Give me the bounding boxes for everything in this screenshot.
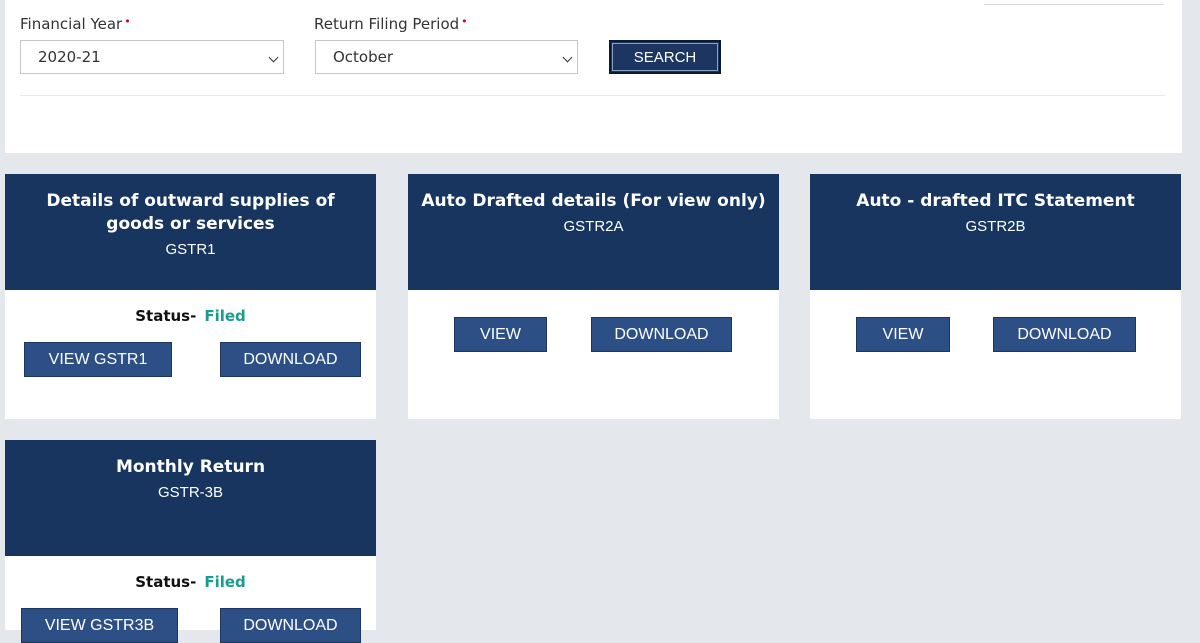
return-period-label: Return Filing Period •: [314, 15, 468, 33]
search-panel: Financial Year • 2020-21 Return Filing Pe…: [5, 0, 1182, 153]
status-label: Status-: [135, 307, 197, 325]
chevron-down-icon: [268, 52, 279, 63]
financial-year-label: Financial Year •: [20, 15, 131, 33]
view-gstr3b-button[interactable]: VIEW GSTR3B: [21, 608, 178, 643]
card-title: Auto Drafted details (For view only): [421, 191, 766, 211]
top-right-decoration: [984, 0, 1164, 5]
gstr2a-card: Auto Drafted details (For view only) GST…: [408, 174, 779, 419]
divider: [20, 95, 1165, 96]
return-period-select[interactable]: October: [315, 40, 578, 74]
status-row: Status- Filed: [5, 573, 376, 591]
card-body: VIEW DOWNLOAD: [408, 290, 779, 419]
view-gstr2a-button[interactable]: VIEW: [454, 317, 547, 352]
status-value: Filed: [204, 307, 246, 325]
gstr3b-card: Monthly Return GSTR-3B Status- Filed VIEW…: [5, 440, 376, 643]
chevron-down-icon: [562, 52, 573, 63]
card-body: Status- Filed VIEW GSTR3B DOWNLOAD: [5, 556, 376, 643]
search-button[interactable]: SEARCH: [609, 40, 721, 74]
view-gstr2b-button[interactable]: VIEW: [856, 317, 950, 352]
card-body: Status- Filed VIEW GSTR1 DOWNLOAD: [5, 290, 376, 419]
status-label: Status-: [135, 573, 197, 591]
card-title: Monthly Return: [115, 457, 266, 477]
download-gstr2b-button[interactable]: DOWNLOAD: [993, 317, 1136, 352]
status-value: Filed: [204, 573, 246, 591]
card-title: Auto - drafted ITC Statement: [856, 191, 1135, 211]
view-gstr1-button[interactable]: VIEW GSTR1: [24, 342, 172, 377]
card-code: GSTR2A: [563, 218, 624, 235]
required-marker: •: [461, 15, 468, 28]
card-title: Details of outward supplies of goods or …: [46, 191, 335, 234]
card-header: Auto - drafted ITC Statement GSTR2B: [810, 174, 1181, 290]
download-gstr2a-button[interactable]: DOWNLOAD: [591, 317, 732, 352]
card-code: GSTR2B: [965, 218, 1026, 235]
card-body: VIEW DOWNLOAD: [810, 290, 1181, 419]
card-code: GSTR1: [165, 241, 216, 258]
download-gstr3b-button[interactable]: DOWNLOAD: [220, 608, 361, 643]
gstr1-card: Details of outward supplies of goods or …: [5, 174, 376, 419]
return-period-label-text: Return Filing Period: [314, 15, 460, 33]
card-header: Monthly Return GSTR-3B: [5, 440, 376, 556]
financial-year-select[interactable]: 2020-21: [20, 40, 284, 74]
card-code: GSTR-3B: [157, 484, 223, 501]
download-gstr1-button[interactable]: DOWNLOAD: [220, 342, 361, 377]
financial-year-label-text: Financial Year: [20, 15, 123, 33]
status-row: Status- Filed: [5, 307, 376, 325]
required-marker: •: [124, 15, 131, 28]
card-header: Details of outward supplies of goods or …: [5, 174, 376, 290]
gstr2b-card: Auto - drafted ITC Statement GSTR2B VIEW…: [810, 174, 1181, 419]
return-period-value: October: [333, 48, 394, 66]
card-header: Auto Drafted details (For view only) GST…: [408, 174, 779, 290]
financial-year-value: 2020-21: [38, 48, 101, 66]
